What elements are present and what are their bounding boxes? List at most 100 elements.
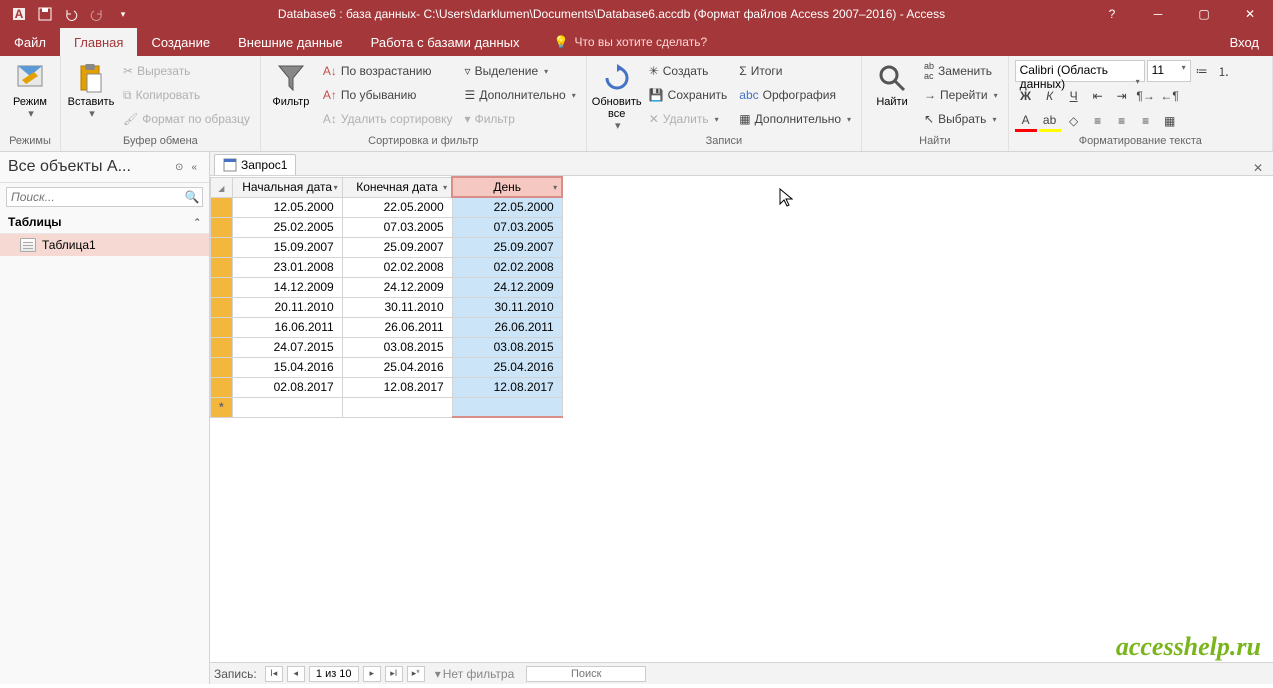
- column-header[interactable]: Конечная дата▾: [342, 177, 452, 197]
- column-header[interactable]: Начальная дата▾: [232, 177, 342, 197]
- highlight-button[interactable]: ab: [1039, 110, 1061, 132]
- ltr-icon[interactable]: ¶→: [1135, 85, 1157, 107]
- grid-cell[interactable]: 02.02.2008: [452, 257, 562, 277]
- grid-cell[interactable]: 02.08.2017: [232, 377, 342, 397]
- nav-header[interactable]: Все объекты A...: [8, 158, 171, 176]
- recnav-new[interactable]: ▸*: [407, 666, 425, 682]
- new-record-button[interactable]: ✳Создать: [645, 60, 732, 82]
- row-selector[interactable]: [211, 317, 233, 337]
- grid-cell[interactable]: 15.09.2007: [232, 237, 342, 257]
- clear-sort-button[interactable]: A↕Удалить сортировку: [319, 108, 457, 130]
- row-selector[interactable]: [211, 237, 233, 257]
- grid-cell[interactable]: 25.04.2016: [342, 357, 452, 377]
- grid-cell[interactable]: 26.06.2011: [342, 317, 452, 337]
- grid-cell[interactable]: 12.08.2017: [342, 377, 452, 397]
- grid-cell[interactable]: 16.06.2011: [232, 317, 342, 337]
- delete-record-button[interactable]: ✕Удалить▾: [645, 108, 732, 130]
- grid-cell[interactable]: 12.05.2000: [232, 197, 342, 217]
- grid-cell[interactable]: 15.04.2016: [232, 357, 342, 377]
- grid-cell[interactable]: 26.06.2011: [452, 317, 562, 337]
- row-selector[interactable]: [211, 337, 233, 357]
- row-selector[interactable]: [211, 197, 233, 217]
- doc-tab-query1[interactable]: Запрос1: [214, 154, 296, 175]
- help-icon[interactable]: ?: [1089, 3, 1135, 25]
- grid-cell[interactable]: 30.11.2010: [452, 297, 562, 317]
- grid-cell[interactable]: 25.04.2016: [452, 357, 562, 377]
- filter-button[interactable]: Фильтр: [267, 60, 315, 108]
- grid-cell[interactable]: 03.08.2015: [452, 337, 562, 357]
- toggle-filter-button[interactable]: ▾Фильтр: [461, 108, 580, 130]
- bold-button[interactable]: Ж: [1015, 85, 1037, 107]
- align-left-icon[interactable]: ≡: [1087, 110, 1109, 132]
- grid-cell[interactable]: 14.12.2009: [232, 277, 342, 297]
- maximize-button[interactable]: ▢: [1181, 0, 1227, 28]
- recnav-search[interactable]: [526, 666, 646, 682]
- minimize-button[interactable]: ─: [1135, 0, 1181, 28]
- totals-button[interactable]: ΣИтоги: [735, 60, 855, 82]
- sort-asc-button[interactable]: A↓По возрастанию: [319, 60, 457, 82]
- nav-group-tables[interactable]: Таблицы⌃: [0, 211, 209, 234]
- fill-color-button[interactable]: ◇: [1063, 110, 1085, 132]
- italic-button[interactable]: К: [1039, 85, 1061, 107]
- search-icon[interactable]: 🔍: [182, 188, 202, 206]
- numbering-icon[interactable]: ⒈: [1213, 60, 1235, 82]
- qat-save-icon[interactable]: [34, 3, 56, 25]
- nav-search-input[interactable]: [7, 188, 182, 206]
- recnav-last[interactable]: ▸I: [385, 666, 403, 682]
- bullets-icon[interactable]: ≔: [1191, 60, 1213, 82]
- recnav-position[interactable]: [309, 666, 359, 682]
- sign-in[interactable]: Вход: [1216, 28, 1273, 56]
- indent-decrease-icon[interactable]: ⇤: [1087, 85, 1109, 107]
- grid-cell[interactable]: 25.02.2005: [232, 217, 342, 237]
- tab-file[interactable]: Файл: [0, 28, 60, 56]
- recnav-first[interactable]: I◂: [265, 666, 283, 682]
- tell-me[interactable]: 💡Что вы хотите сделать?: [534, 28, 708, 56]
- find-button[interactable]: Найти: [868, 60, 916, 108]
- font-size-select[interactable]: 11 ▾: [1147, 60, 1191, 82]
- grid-cell[interactable]: 07.03.2005: [342, 217, 452, 237]
- align-center-icon[interactable]: ≡: [1111, 110, 1133, 132]
- nav-collapse-icon[interactable]: «: [187, 162, 201, 173]
- select-button[interactable]: ↖Выбрать▾: [920, 108, 1002, 130]
- row-selector[interactable]: [211, 377, 233, 397]
- recnav-prev[interactable]: ◂: [287, 666, 305, 682]
- grid-cell[interactable]: 25.09.2007: [452, 237, 562, 257]
- paste-button[interactable]: Вставить▾: [67, 60, 115, 120]
- grid-cell[interactable]: [342, 397, 452, 417]
- rtl-icon[interactable]: ←¶: [1159, 85, 1181, 107]
- grid-cell[interactable]: 24.12.2009: [452, 277, 562, 297]
- grid-cell[interactable]: 30.11.2010: [342, 297, 452, 317]
- close-button[interactable]: ✕: [1227, 0, 1273, 28]
- advanced-filter-button[interactable]: ☰Дополнительно▾: [461, 84, 580, 106]
- qat-redo-icon[interactable]: [86, 3, 108, 25]
- qat-customize-icon[interactable]: ▾: [112, 3, 134, 25]
- selection-filter-button[interactable]: ▿Выделение▾: [461, 60, 580, 82]
- copy-button[interactable]: ⧉Копировать: [119, 84, 254, 106]
- recnav-nofilter[interactable]: ▾Нет фильтра: [435, 667, 515, 681]
- grid-cell[interactable]: [452, 397, 562, 417]
- grid-cell[interactable]: 07.03.2005: [452, 217, 562, 237]
- grid-cell[interactable]: 22.05.2000: [342, 197, 452, 217]
- gridlines-icon[interactable]: ▦: [1159, 110, 1181, 132]
- row-selector[interactable]: [211, 297, 233, 317]
- recnav-next[interactable]: ▸: [363, 666, 381, 682]
- underline-button[interactable]: Ч: [1063, 85, 1085, 107]
- refresh-all-button[interactable]: Обновить все▾: [593, 60, 641, 132]
- tab-database-tools[interactable]: Работа с базами данных: [357, 28, 534, 56]
- indent-increase-icon[interactable]: ⇥: [1111, 85, 1133, 107]
- replace-button[interactable]: abacЗаменить: [920, 60, 1002, 82]
- row-selector[interactable]: [211, 277, 233, 297]
- tab-external-data[interactable]: Внешние данные: [224, 28, 357, 56]
- save-record-button[interactable]: 💾Сохранить: [645, 84, 732, 106]
- nav-search[interactable]: 🔍: [6, 187, 203, 207]
- grid-cell[interactable]: 24.12.2009: [342, 277, 452, 297]
- grid-cell[interactable]: 22.05.2000: [452, 197, 562, 217]
- nav-dropdown-icon[interactable]: ⊙: [171, 162, 187, 173]
- datasheet-grid[interactable]: ◢Начальная дата▾Конечная дата▾День▾12.05…: [210, 176, 1273, 662]
- grid-cell[interactable]: 20.11.2010: [232, 297, 342, 317]
- column-header[interactable]: День▾: [452, 177, 562, 197]
- close-tab-icon[interactable]: ✕: [1243, 161, 1273, 175]
- new-row-selector[interactable]: *: [211, 397, 233, 417]
- qat-undo-icon[interactable]: [60, 3, 82, 25]
- grid-cell[interactable]: 12.08.2017: [452, 377, 562, 397]
